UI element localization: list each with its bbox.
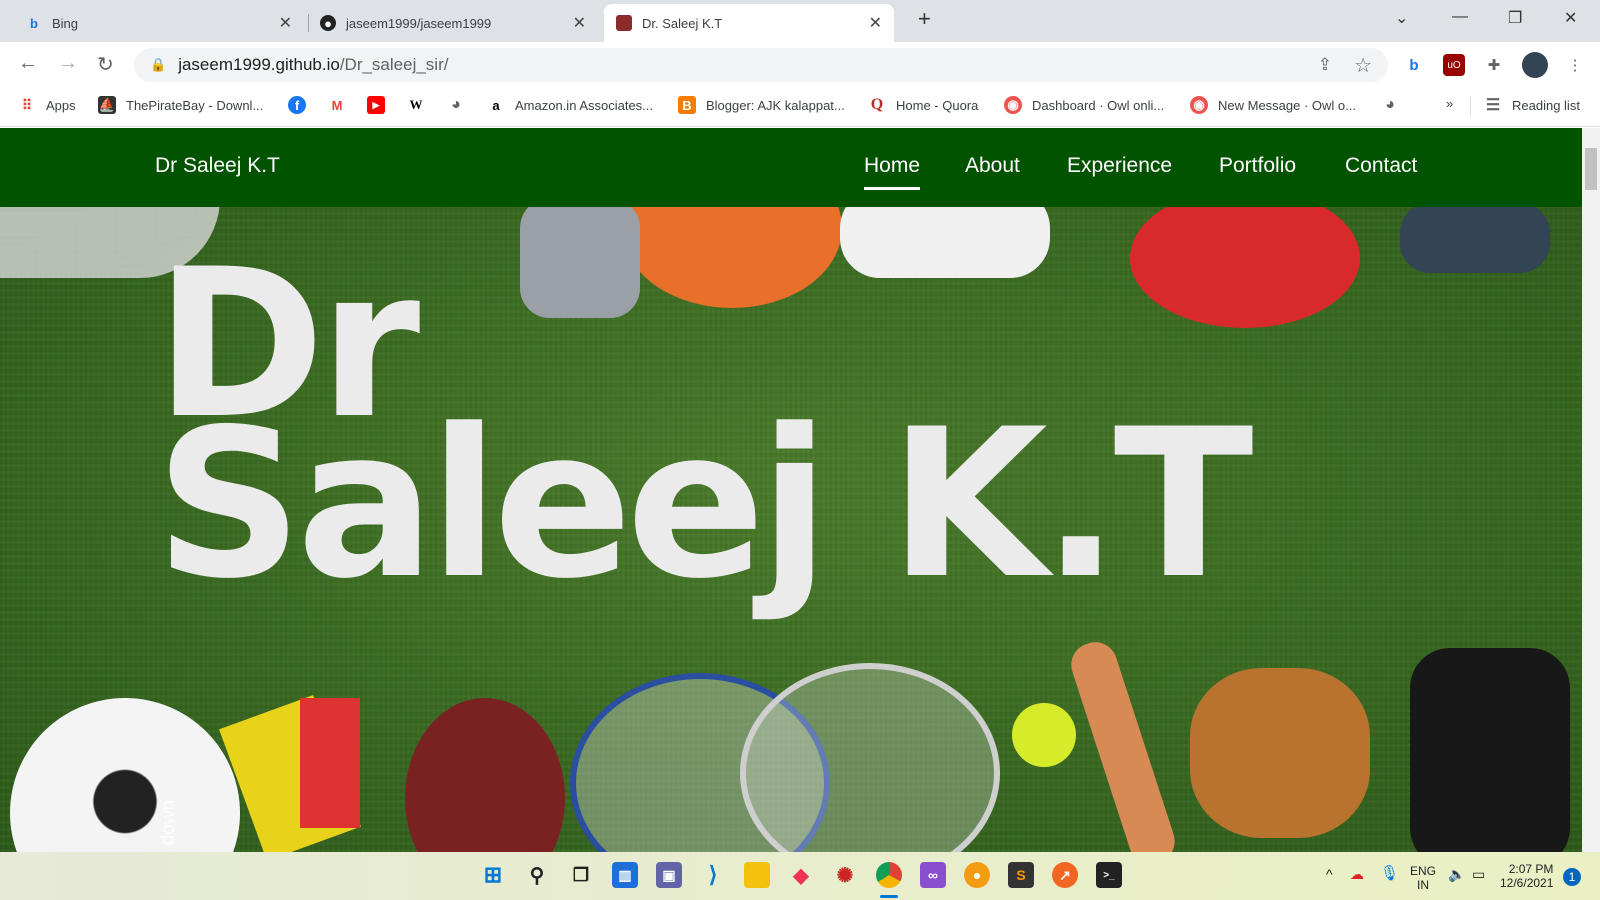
restore-button[interactable]: ❐	[1508, 8, 1522, 28]
new-tab-button[interactable]: +	[918, 6, 931, 32]
bookmark-amazon[interactable]: a Amazon.in Associates...	[487, 96, 653, 114]
site-brand[interactable]: Dr Saleej K.T	[155, 154, 280, 178]
back-button[interactable]: ←	[18, 52, 38, 75]
avatar[interactable]	[1522, 52, 1548, 78]
owl-icon: ◉	[1190, 96, 1208, 114]
terminal-icon[interactable]: >_	[1096, 862, 1122, 888]
postman-icon[interactable]: ↗	[1052, 862, 1078, 888]
red-card-image	[300, 698, 360, 828]
extensions-puzzle-icon[interactable]: ✚	[1483, 54, 1505, 76]
reload-button[interactable]: ↻	[97, 52, 114, 77]
bookmark-blogger[interactable]: B Blogger: AJK kalappat...	[678, 96, 845, 114]
site-navbar: Dr Saleej K.T Home About Experience Port…	[0, 128, 1582, 207]
share-icon[interactable]: ⇪	[1318, 55, 1332, 75]
start-windows-icon[interactable]: ⊞	[480, 862, 506, 888]
minimize-button[interactable]: —	[1452, 8, 1468, 26]
bookmark-facebook[interactable]: f	[288, 96, 316, 114]
globe-icon: ◕	[1385, 96, 1395, 113]
tab-strip: b Bing ✕ ● jaseem1999/jaseem1999 ✕ Dr. Salee…	[0, 0, 1600, 42]
lock-icon: 🔒	[150, 57, 167, 72]
clock[interactable]: 2:07 PM 12/6/2021	[1500, 862, 1553, 890]
tab-search-chevron-icon[interactable]: ⌄	[1395, 8, 1408, 28]
close-icon[interactable]: ✕	[869, 13, 882, 33]
bing-extension-icon[interactable]: b	[1403, 54, 1425, 76]
visual-studio-icon[interactable]: ∞	[920, 862, 946, 888]
forward-button[interactable]: →	[58, 52, 78, 75]
app-wheel-icon[interactable]: ✺	[832, 862, 858, 888]
apps-grid-icon: ⠿	[21, 96, 33, 113]
bookmarks-bar: ⠿ Apps ⛵ ThePirateBay - Downl... f M ▶ W ◕…	[0, 84, 1600, 127]
search-icon[interactable]: ⚲	[524, 862, 550, 888]
bookmark-globe[interactable]: ◕	[447, 96, 475, 114]
scrollbar[interactable]	[1582, 128, 1600, 852]
notification-badge[interactable]: 1	[1563, 868, 1581, 886]
close-icon[interactable]: ✕	[279, 13, 292, 33]
ublock-icon[interactable]: uO	[1443, 54, 1465, 76]
bookmark-globe-2[interactable]: ◕	[1381, 96, 1409, 114]
bing-icon: b	[30, 15, 38, 31]
star-icon[interactable]: ☆	[1354, 53, 1372, 78]
onedrive-error-icon[interactable]: ☁	[1350, 866, 1364, 883]
menu-kebab-icon[interactable]: ⋮	[1564, 54, 1586, 76]
owl-icon: ◉	[1004, 96, 1022, 114]
nav-about[interactable]: About	[965, 154, 1020, 178]
bookmark-owl-message[interactable]: ◉ New Message · Owl o...	[1190, 96, 1356, 114]
close-window-button[interactable]: ✕	[1564, 8, 1577, 28]
app-diamond-icon[interactable]: ◆	[788, 862, 814, 888]
sublime-icon[interactable]: S	[1008, 862, 1034, 888]
volume-icon[interactable]: 🔈	[1448, 866, 1465, 883]
tray-chevron-icon[interactable]: ^	[1326, 866, 1333, 882]
bookmark-apps[interactable]: ⠿ Apps	[18, 96, 76, 114]
helmet-image-2	[1400, 203, 1550, 273]
github-icon: ●	[320, 15, 336, 31]
bookmark-gmail[interactable]: M	[328, 96, 356, 114]
task-view-icon[interactable]: ❐	[568, 862, 594, 888]
amazon-icon: a	[492, 97, 500, 113]
teams-chat-icon[interactable]: ▣	[656, 862, 682, 888]
tennis-ball-image	[1012, 703, 1076, 767]
scroll-down-link[interactable]: ↓ Scroll down	[158, 800, 180, 852]
nav-home[interactable]: Home	[864, 154, 921, 190]
gmail-icon: M	[331, 97, 343, 113]
facebook-icon: f	[288, 96, 306, 114]
reading-list-button[interactable]: ☰ Reading list	[1484, 96, 1580, 114]
nav-portfolio[interactable]: Portfolio	[1219, 154, 1296, 178]
baseball-glove-image	[1190, 668, 1370, 838]
widgets-icon[interactable]: ▥	[612, 862, 638, 888]
chrome-icon[interactable]	[876, 862, 902, 888]
bookmark-quora[interactable]: Q Home - Quora	[868, 96, 979, 114]
quora-icon: Q	[870, 96, 884, 113]
boxing-gloves-image	[1130, 188, 1360, 328]
vscode-icon[interactable]: ⟩	[700, 862, 726, 888]
language-indicator[interactable]: ENG IN	[1410, 864, 1436, 892]
pirate-ship-icon: ⛵	[98, 96, 116, 114]
profile-icon	[616, 15, 632, 31]
globe-icon: ◕	[451, 96, 461, 113]
file-explorer-icon[interactable]	[744, 862, 770, 888]
bookmark-owl-dashboard[interactable]: ◉ Dashboard · Owl onli...	[1004, 96, 1164, 114]
youtube-icon: ▶	[367, 96, 385, 114]
bookmark-piratebay[interactable]: ⛵ ThePirateBay - Downl...	[98, 96, 263, 114]
reading-list-icon: ☰	[1485, 97, 1501, 114]
address-bar[interactable]: 🔒 jaseem1999.github.io/Dr_saleej_sir/ ⇪ …	[134, 48, 1388, 82]
blogger-icon: B	[678, 96, 696, 114]
bookmark-wikipedia[interactable]: W	[407, 96, 435, 114]
bookmarks-overflow-button[interactable]: »	[1446, 96, 1453, 111]
football-boots-image	[1410, 648, 1570, 852]
scrollbar-thumb[interactable]	[1585, 148, 1597, 190]
goalkeeper-glove-image	[520, 198, 640, 318]
tab-dr-saleej[interactable]: Dr. Saleej K.T ✕	[604, 4, 894, 42]
nav-experience[interactable]: Experience	[1067, 154, 1172, 178]
website-viewport: Dr Saleej K.T Home About Experience Port…	[0, 128, 1582, 852]
battery-icon[interactable]: ▭	[1472, 866, 1485, 883]
microphone-icon[interactable]: 🎙	[1380, 864, 1399, 882]
nav-contact[interactable]: Contact	[1345, 154, 1417, 178]
wikipedia-icon: W	[409, 97, 423, 112]
tab-bing[interactable]: b Bing ✕	[14, 4, 304, 42]
bookmark-youtube[interactable]: ▶	[367, 96, 395, 114]
app-orange-icon[interactable]: ●	[964, 862, 990, 888]
hero-title-line2: Saleej K.T	[155, 386, 1254, 624]
close-icon[interactable]: ✕	[573, 13, 586, 33]
tab-github[interactable]: ● jaseem1999/jaseem1999 ✕	[308, 4, 598, 42]
